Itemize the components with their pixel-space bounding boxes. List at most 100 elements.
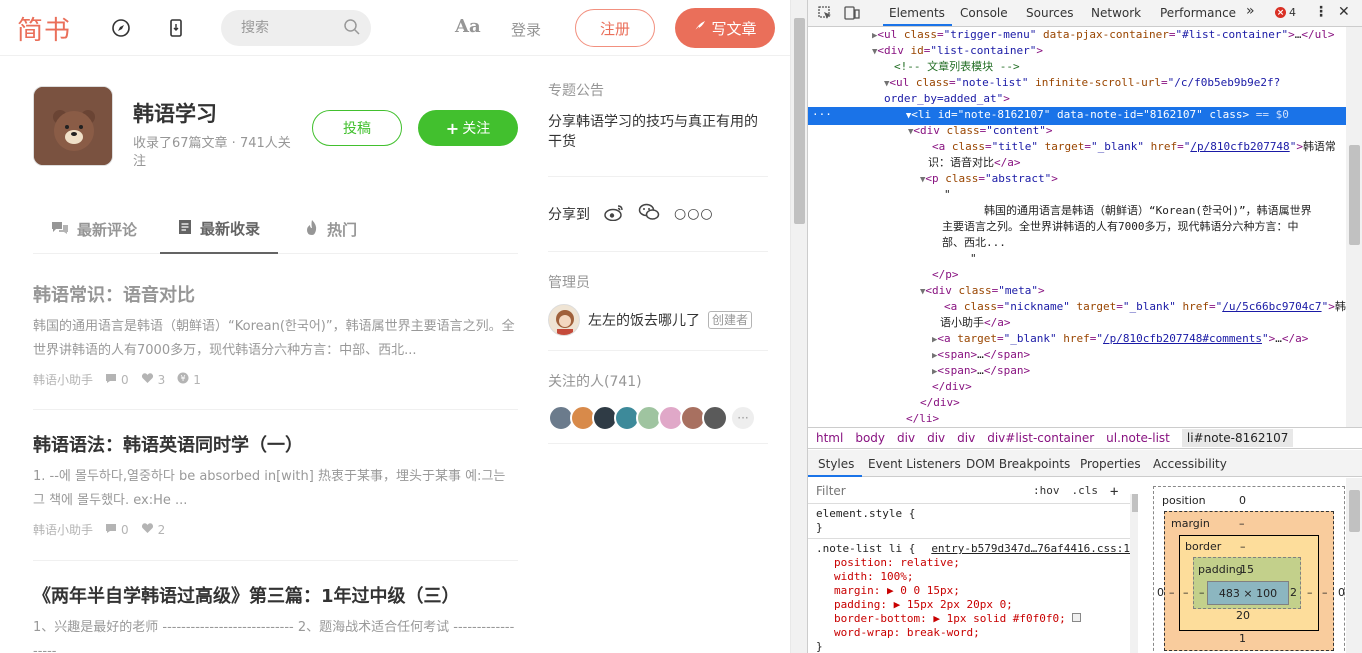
breadcrumb-item[interactable]: body: [855, 431, 885, 445]
breadcrumb-item[interactable]: div: [957, 431, 975, 445]
dom-text[interactable]: ": [808, 187, 1348, 203]
write-article-button[interactable]: 写文章: [675, 8, 775, 48]
css-property[interactable]: padding: ▶ 15px 2px 20px 0;: [816, 598, 1130, 612]
search-icon[interactable]: [343, 18, 361, 40]
css-property[interactable]: width: 100%;: [816, 570, 1130, 584]
dom-comment[interactable]: <!-- 文章列表模块 -->: [808, 59, 1348, 75]
position-right-value[interactable]: 0: [1338, 586, 1345, 599]
article-title[interactable]: 《两年半自学韩语过高级》第三篇：1年过中级（三）: [33, 583, 518, 610]
article-title[interactable]: 韩语常识：语音对比: [33, 282, 518, 309]
padding-right-value[interactable]: 2: [1290, 586, 1297, 599]
padding-top-value[interactable]: 15: [1240, 563, 1254, 576]
page-scrollbar[interactable]: [790, 0, 807, 653]
box-model-content[interactable]: 483 × 100: [1207, 581, 1289, 605]
breadcrumb-item[interactable]: div: [927, 431, 945, 445]
font-settings-icon[interactable]: Aa: [455, 16, 481, 37]
search-input[interactable]: [241, 10, 341, 46]
margin-right-value[interactable]: –: [1322, 586, 1328, 599]
comment-count[interactable]: 0: [105, 523, 129, 537]
dom-scroll-thumb[interactable]: [1349, 145, 1360, 245]
box-model-scroll-thumb[interactable]: [1349, 490, 1360, 532]
tab-console[interactable]: Console: [960, 6, 1008, 20]
contribute-button[interactable]: 投稿: [312, 110, 402, 146]
css-property[interactable]: margin: ▶ 0 0 15px;: [816, 584, 1130, 598]
css-rule-element-style[interactable]: element.style { }: [808, 504, 1138, 539]
padding-bottom-value[interactable]: 20: [1236, 609, 1250, 622]
css-rule-note-list-li[interactable]: .note-list li { entry-b579d347d…76af4416…: [808, 539, 1138, 653]
dom-text[interactable]: 韩国的通用语言是韩语（朝鲜语）“Korean(한국어)”，韩语属世界: [808, 203, 1348, 219]
tab-latest-comments[interactable]: 最新评论: [33, 205, 155, 254]
border-top-value[interactable]: –: [1240, 540, 1246, 553]
weibo-icon[interactable]: [604, 204, 624, 225]
margin-left-value[interactable]: –: [1169, 586, 1175, 599]
subtab-dom-breakpoints[interactable]: DOM Breakpoints: [966, 457, 1070, 471]
css-property[interactable]: word-wrap: break-word;: [816, 626, 1130, 640]
wechat-icon[interactable]: [638, 203, 660, 225]
subtab-properties[interactable]: Properties: [1080, 457, 1141, 471]
breadcrumb-item[interactable]: ul.note-list: [1106, 431, 1170, 445]
kebab-menu-icon[interactable]: ⋮: [1314, 4, 1328, 20]
breadcrumb-item[interactable]: html: [816, 431, 843, 445]
dom-close-tag[interactable]: </div>: [808, 379, 1348, 395]
more-share-icon[interactable]: ○○○: [674, 206, 714, 222]
inspect-element-icon[interactable]: [818, 6, 832, 23]
breadcrumb-item[interactable]: div: [897, 431, 915, 445]
dom-node-continued[interactable]: 语小助手</a>: [808, 315, 1348, 331]
mobile-download-icon[interactable]: [166, 18, 186, 38]
more-followers-button[interactable]: ···: [730, 405, 756, 431]
login-link[interactable]: 登录: [511, 19, 541, 40]
admin-name[interactable]: 左左的饭去哪儿了: [588, 310, 700, 330]
tab-performance[interactable]: Performance: [1160, 6, 1236, 20]
css-property[interactable]: border-bottom: ▶ 1px solid #f0f0f0;: [816, 612, 1130, 626]
css-source-link[interactable]: entry-b579d347d…76af4416.css:1: [931, 542, 1130, 556]
dom-node[interactable]: <a class="title" target="_blank" href="/…: [808, 139, 1348, 155]
admin-avatar[interactable]: [548, 304, 580, 336]
class-toggle-button[interactable]: .cls: [1072, 484, 1099, 500]
register-button[interactable]: 注册: [575, 9, 655, 47]
styles-scroll-thumb[interactable]: [1132, 494, 1138, 512]
dom-text[interactable]: 部、西北...: [808, 235, 1348, 251]
styles-filter-input[interactable]: [816, 483, 1016, 498]
position-left-value[interactable]: 0: [1157, 586, 1164, 599]
article-title[interactable]: 韩语语法：韩语英语同时学（一）: [33, 432, 518, 459]
dom-close-tag[interactable]: </div>: [808, 395, 1348, 411]
compass-icon[interactable]: [111, 18, 131, 38]
position-value[interactable]: 0: [1239, 494, 1246, 507]
comment-count[interactable]: 0: [105, 373, 129, 387]
tab-hot[interactable]: 热门: [287, 205, 375, 254]
dom-node-continued[interactable]: order_by=added_at">: [808, 91, 1348, 107]
jianshu-logo[interactable]: 简书: [17, 10, 71, 47]
more-tabs-icon[interactable]: »: [1246, 3, 1255, 19]
follow-button[interactable]: + 关注: [418, 110, 518, 146]
color-swatch[interactable]: [1072, 613, 1082, 622]
tab-elements[interactable]: Elements: [889, 6, 945, 20]
page-scroll-thumb[interactable]: [794, 18, 805, 224]
dom-close-tag[interactable]: </li>: [808, 411, 1348, 427]
dom-node[interactable]: <a class="nickname" target="_blank" href…: [808, 299, 1348, 315]
breadcrumb-item[interactable]: li#note-8162107: [1181, 429, 1294, 447]
error-count-badge[interactable]: × 4: [1275, 6, 1296, 19]
subtab-styles[interactable]: Styles: [818, 457, 854, 471]
subtab-accessibility[interactable]: Accessibility: [1153, 457, 1227, 471]
styles-scrollbar[interactable]: [1130, 494, 1138, 653]
dom-node-continued[interactable]: 识：语音对比</a>: [808, 155, 1348, 171]
dom-close-tag[interactable]: </p>: [808, 267, 1348, 283]
margin-top-value[interactable]: –: [1239, 517, 1245, 530]
tab-latest-included[interactable]: 最新收录: [160, 205, 279, 254]
author-nickname[interactable]: 韩语小助手: [33, 521, 93, 538]
breadcrumb-item[interactable]: div#list-container: [987, 431, 1094, 445]
border-right-value[interactable]: –: [1307, 586, 1313, 599]
margin-bottom-value[interactable]: 1: [1239, 632, 1246, 645]
new-rule-button[interactable]: +: [1110, 484, 1118, 500]
dom-text[interactable]: 主要语言之列。全世界讲韩语的人有7000多万，现代韩语分六种方言：中: [808, 219, 1348, 235]
close-devtools-icon[interactable]: ✕: [1338, 4, 1350, 20]
follower-avatar[interactable]: [702, 405, 728, 431]
device-toolbar-icon[interactable]: [844, 6, 860, 23]
dom-scrollbar[interactable]: [1346, 27, 1362, 427]
dom-text[interactable]: ": [808, 251, 1348, 267]
hover-state-button[interactable]: :hov: [1033, 484, 1060, 500]
author-nickname[interactable]: 韩语小助手: [33, 371, 93, 388]
border-left-value[interactable]: –: [1183, 586, 1189, 599]
padding-left-value[interactable]: –: [1199, 586, 1205, 599]
box-model-scrollbar[interactable]: [1346, 478, 1362, 653]
